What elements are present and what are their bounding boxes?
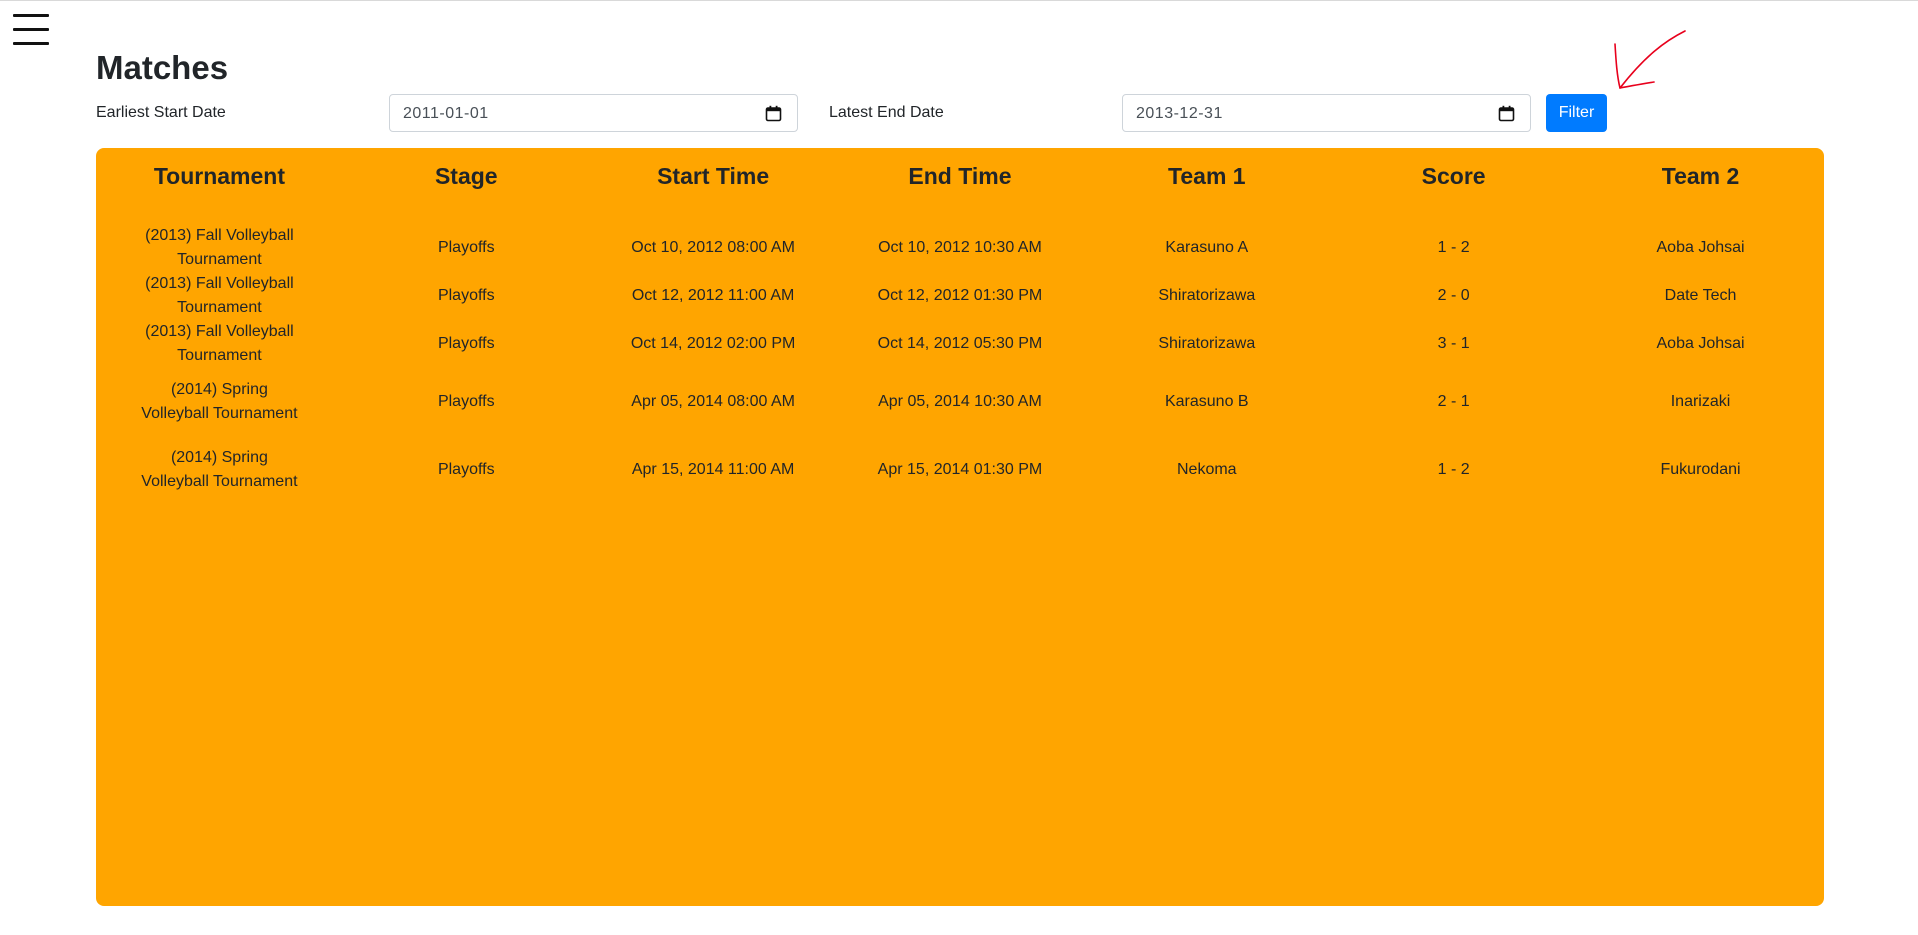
cell-score: 1 - 2 [1437,461,1470,478]
cell-start-time: Apr 15, 2014 11:00 AM [631,461,795,478]
column-header-stage: Stage [434,162,498,189]
earliest-start-date-value: 2011-01-01 [403,105,489,122]
cell-end-time: Apr 05, 2014 10:30 AM [878,393,1042,410]
cell-end-time: Oct 10, 2012 10:30 AM [878,239,1042,256]
cell-start-time: Oct 14, 2012 02:00 PM [630,335,796,352]
latest-end-date-input[interactable]: 2013-12-31 [1122,94,1531,132]
cell-tournament: (2014) Spring Volleyball Tournament [141,381,298,422]
menu-line [13,42,49,45]
page-title: Matches [96,49,229,86]
hamburger-menu-icon[interactable] [13,14,49,46]
column-header-team-2: Team 2 [1661,162,1740,189]
cell-score: 2 - 0 [1437,287,1470,304]
table-row: (2013) Fall Volleyball Tournament Playof… [96,224,1824,272]
filter-button[interactable]: Filter [1546,94,1607,132]
cell-tournament: (2013) Fall Volleyball Tournament [145,323,294,364]
cell-team-2: Inarizaki [1670,393,1731,410]
cell-stage: Playoffs [437,335,495,352]
column-header-start-time: Start Time [657,162,770,189]
cell-team-2: Aoba Johsai [1656,239,1745,256]
cell-start-time: Oct 12, 2012 11:00 AM [631,287,795,304]
table-spacer [96,202,1824,224]
cell-team-1: Nekoma [1177,461,1237,478]
earliest-start-date-input[interactable]: 2011-01-01 [389,94,798,132]
cell-stage: Playoffs [437,461,495,478]
calendar-icon[interactable] [1498,105,1515,122]
column-header-end-time: End Time [908,162,1012,189]
matches-table: Tournament Stage Start Time End Time Tea… [96,148,1824,504]
matches-table-panel: Tournament Stage Start Time End Time Tea… [96,148,1824,906]
cell-start-time: Apr 05, 2014 08:00 AM [631,393,795,410]
table-row: (2014) Spring Volleyball Tournament Play… [96,368,1824,436]
menu-line [13,14,49,17]
column-header-team-1: Team 1 [1168,162,1246,189]
cell-stage: Playoffs [437,239,495,256]
earliest-start-date-label: Earliest Start Date [96,104,226,121]
cell-end-time: Apr 15, 2014 01:30 PM [877,461,1043,478]
cell-score: 3 - 1 [1437,335,1470,352]
column-header-tournament: Tournament [153,162,286,189]
cell-tournament: (2014) Spring Volleyball Tournament [141,449,298,490]
cell-team-1: Shiratorizawa [1158,335,1256,352]
column-header-score: Score [1421,162,1486,189]
calendar-icon[interactable] [765,105,782,122]
cell-score: 2 - 1 [1437,393,1470,410]
cell-end-time: Oct 14, 2012 05:30 PM [877,335,1043,352]
menu-line [13,28,49,31]
cell-team-2: Aoba Johsai [1656,335,1745,352]
table-row: (2013) Fall Volleyball Tournament Playof… [96,272,1824,320]
cell-end-time: Oct 12, 2012 01:30 PM [877,287,1043,304]
cell-stage: Playoffs [437,393,495,410]
top-border [0,0,1918,1]
cell-team-1: Karasuno A [1165,239,1249,256]
table-row: (2013) Fall Volleyball Tournament Playof… [96,320,1824,368]
table-row: (2014) Spring Volleyball Tournament Play… [96,436,1824,504]
cell-stage: Playoffs [437,287,495,304]
table-header-row: Tournament Stage Start Time End Time Tea… [96,148,1824,202]
red-arrow-annotation-icon [1614,30,1686,89]
cell-team-1: Karasuno B [1164,393,1249,410]
cell-team-2: Fukurodani [1660,461,1741,478]
latest-end-date-value: 2013-12-31 [1136,105,1223,122]
cell-team-2: Date Tech [1664,287,1737,304]
cell-tournament: (2013) Fall Volleyball Tournament [145,227,294,268]
cell-start-time: Oct 10, 2012 08:00 AM [631,239,795,256]
cell-score: 1 - 2 [1437,239,1470,256]
cell-tournament: (2013) Fall Volleyball Tournament [145,275,294,316]
latest-end-date-label: Latest End Date [829,104,944,121]
cell-team-1: Shiratorizawa [1158,287,1256,304]
